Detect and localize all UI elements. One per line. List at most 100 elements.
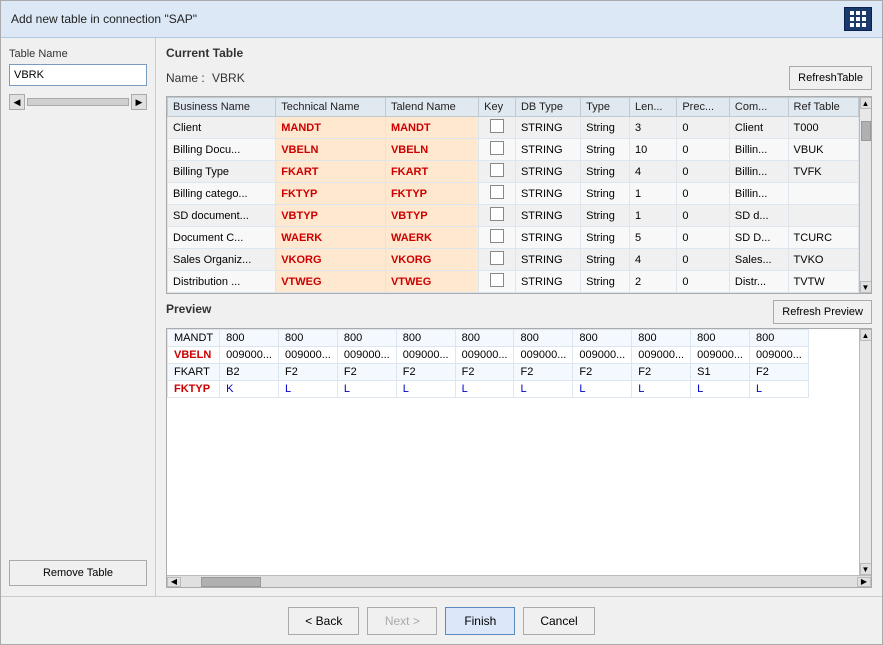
table-row[interactable]: Billing catego... FKTYP FKTYP STRING Str… [168, 183, 859, 205]
key-checkbox[interactable] [490, 207, 504, 221]
cell-talend: VBELN [385, 139, 478, 161]
cell-talend: VTWEG [385, 271, 478, 293]
preview-scroll-down[interactable]: ▼ [860, 563, 872, 575]
preview-cell: 800 [573, 330, 632, 347]
key-checkbox[interactable] [490, 163, 504, 177]
preview-cell: 800 [514, 330, 573, 347]
scroll-thumb[interactable] [861, 121, 871, 141]
grid-icon [844, 7, 872, 31]
hscroll-left[interactable]: ◀ [167, 577, 181, 587]
cell-type: String [581, 205, 630, 227]
key-checkbox[interactable] [490, 119, 504, 133]
finish-button[interactable]: Finish [445, 607, 515, 635]
table-row[interactable]: Sales Organiz... VKORG VKORG STRING Stri… [168, 249, 859, 271]
fields-table-vscrollbar[interactable]: ▲ ▼ [859, 97, 871, 293]
scroll-left-arrow[interactable]: ◀ [9, 94, 25, 110]
refresh-preview-button[interactable]: Refresh Preview [773, 300, 872, 324]
preview-hscrollbar[interactable]: ◀ ▶ [167, 575, 871, 587]
scroll-up-arrow[interactable]: ▲ [860, 97, 872, 109]
cell-com: SD D... [729, 227, 788, 249]
cell-dbtype: STRING [515, 161, 580, 183]
cell-ref [788, 205, 858, 227]
hscroll-thumb[interactable] [201, 577, 261, 587]
cell-len: 1 [629, 205, 676, 227]
cell-key[interactable] [479, 117, 516, 139]
remove-table-button[interactable]: Remove Table [9, 560, 147, 586]
key-checkbox[interactable] [490, 229, 504, 243]
preview-cell: B2 [220, 364, 279, 381]
cell-key[interactable] [479, 183, 516, 205]
cell-type: String [581, 161, 630, 183]
preview-cell: F2 [749, 364, 808, 381]
scroll-right-arrow[interactable]: ▶ [131, 94, 147, 110]
preview-cell: F2 [455, 364, 514, 381]
preview-cell: F2 [573, 364, 632, 381]
table-row[interactable]: Distribution ... VTWEG VTWEG STRING Stri… [168, 271, 859, 293]
preview-field-name: FKTYP [168, 381, 220, 398]
cell-prec: 0 [677, 117, 730, 139]
key-checkbox[interactable] [490, 185, 504, 199]
preview-cell: 009000... [632, 347, 691, 364]
preview-cell: L [455, 381, 514, 398]
cell-business: Distribution ... [168, 271, 276, 293]
cell-key[interactable] [479, 227, 516, 249]
cell-ref: TCURC [788, 227, 858, 249]
cell-com: Sales... [729, 249, 788, 271]
next-button[interactable]: Next > [367, 607, 437, 635]
hscroll-right[interactable]: ▶ [857, 577, 871, 587]
cancel-button[interactable]: Cancel [523, 607, 594, 635]
cell-talend: VBTYP [385, 205, 478, 227]
table-name-display: Name : VBRK [166, 71, 245, 85]
table-name-input[interactable] [9, 64, 147, 86]
col-type: Type [581, 98, 630, 117]
cell-len: 4 [629, 161, 676, 183]
cell-business: Billing Docu... [168, 139, 276, 161]
preview-header: Preview Refresh Preview [166, 300, 872, 324]
preview-cell: F2 [278, 364, 337, 381]
cell-key[interactable] [479, 271, 516, 293]
preview-scroll-up[interactable]: ▲ [860, 329, 872, 341]
cell-dbtype: STRING [515, 205, 580, 227]
cell-business: Billing Type [168, 161, 276, 183]
cell-key[interactable] [479, 161, 516, 183]
key-checkbox[interactable] [490, 273, 504, 287]
preview-cell: 009000... [573, 347, 632, 364]
key-checkbox[interactable] [490, 251, 504, 265]
fields-table-scroll[interactable]: Business Name Technical Name Talend Name… [167, 97, 859, 293]
refresh-table-button[interactable]: RefreshTable [789, 66, 872, 90]
table-row[interactable]: SD document... VBTYP VBTYP STRING String… [168, 205, 859, 227]
table-row[interactable]: Billing Type FKART FKART STRING String 4… [168, 161, 859, 183]
cell-technical: VBELN [276, 139, 386, 161]
cell-business: Document C... [168, 227, 276, 249]
preview-cell: 009000... [278, 347, 337, 364]
preview-cell: 009000... [691, 347, 750, 364]
table-row[interactable]: Client MANDT MANDT STRING String 3 0 Cli… [168, 117, 859, 139]
cell-business: Billing catego... [168, 183, 276, 205]
preview-vscrollbar[interactable]: ▲ ▼ [859, 329, 871, 575]
cell-ref: TVFK [788, 161, 858, 183]
preview-field-name: VBELN [168, 347, 220, 364]
preview-cell: K [220, 381, 279, 398]
preview-table-scroll[interactable]: MANDT800800800800800800800800800800VBELN… [167, 329, 859, 575]
cell-type: String [581, 227, 630, 249]
col-talend-name: Talend Name [385, 98, 478, 117]
cell-technical: VBTYP [276, 205, 386, 227]
cell-prec: 0 [677, 205, 730, 227]
scroll-down-arrow[interactable]: ▼ [860, 281, 872, 293]
cell-prec: 0 [677, 227, 730, 249]
cell-ref: TVKO [788, 249, 858, 271]
cell-key[interactable] [479, 205, 516, 227]
cell-key[interactable] [479, 139, 516, 161]
current-table-title: Current Table [166, 46, 872, 60]
back-button[interactable]: < Back [288, 607, 359, 635]
preview-cell: L [573, 381, 632, 398]
preview-row: FKTYPKLLLLLLLLL [168, 381, 809, 398]
key-checkbox[interactable] [490, 141, 504, 155]
cell-dbtype: STRING [515, 139, 580, 161]
cell-type: String [581, 249, 630, 271]
table-row[interactable]: Billing Docu... VBELN VBELN STRING Strin… [168, 139, 859, 161]
name-label: Name : [166, 71, 205, 85]
table-row[interactable]: Document C... WAERK WAERK STRING String … [168, 227, 859, 249]
cell-key[interactable] [479, 249, 516, 271]
cell-dbtype: STRING [515, 117, 580, 139]
